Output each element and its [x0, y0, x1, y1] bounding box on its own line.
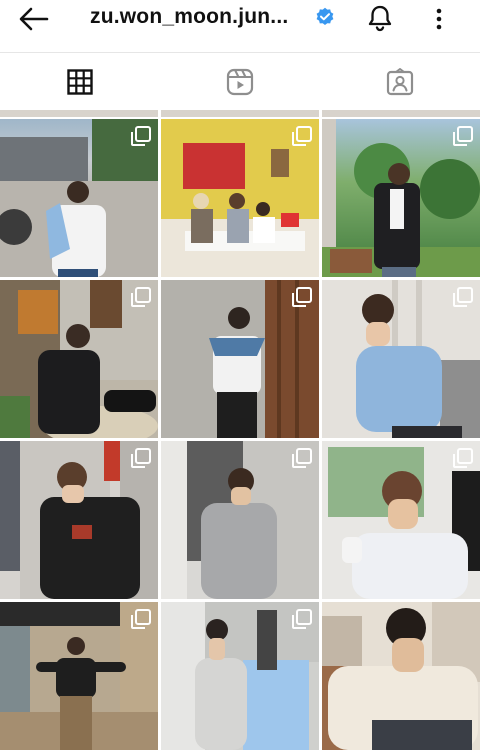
tab-grid[interactable] — [0, 53, 160, 111]
notifications-button[interactable] — [365, 3, 395, 33]
tab-reels[interactable] — [160, 53, 320, 111]
carousel-icon — [131, 287, 151, 307]
post-tile[interactable] — [322, 119, 480, 277]
arrow-left-icon — [19, 7, 49, 31]
verified-badge-icon — [316, 7, 334, 26]
carousel-icon — [131, 609, 151, 629]
post-tile[interactable] — [0, 441, 158, 599]
carousel-icon — [292, 126, 312, 146]
profile-tabs — [0, 52, 480, 110]
carousel-icon — [292, 448, 312, 468]
previous-row-edge — [0, 110, 480, 117]
more-options-button[interactable] — [428, 4, 450, 34]
carousel-icon — [453, 287, 473, 307]
reels-icon — [226, 68, 254, 96]
post-tile[interactable] — [161, 119, 319, 277]
post-tile[interactable] — [161, 280, 319, 438]
more-vertical-icon — [436, 8, 442, 30]
carousel-icon — [131, 126, 151, 146]
grid-icon — [67, 69, 93, 95]
tab-tagged[interactable] — [320, 53, 480, 111]
back-button[interactable] — [16, 4, 52, 34]
carousel-icon — [292, 609, 312, 629]
post-tile[interactable] — [0, 602, 158, 750]
post-tile[interactable] — [161, 602, 319, 750]
bell-icon — [368, 5, 392, 32]
post-tile[interactable] — [322, 441, 480, 599]
post-tile[interactable] — [322, 280, 480, 438]
posts-grid — [0, 110, 480, 750]
carousel-icon — [453, 126, 473, 146]
carousel-icon — [292, 287, 312, 307]
post-tile[interactable] — [161, 441, 319, 599]
post-tile[interactable] — [322, 602, 480, 750]
post-tile[interactable] — [0, 280, 158, 438]
post-tile[interactable] — [0, 119, 158, 277]
carousel-icon — [131, 448, 151, 468]
profile-username: zu.won_moon.jun... — [90, 5, 289, 28]
carousel-icon — [453, 448, 473, 468]
profile-header: zu.won_moon.jun... — [0, 0, 480, 40]
tagged-icon — [386, 68, 414, 96]
